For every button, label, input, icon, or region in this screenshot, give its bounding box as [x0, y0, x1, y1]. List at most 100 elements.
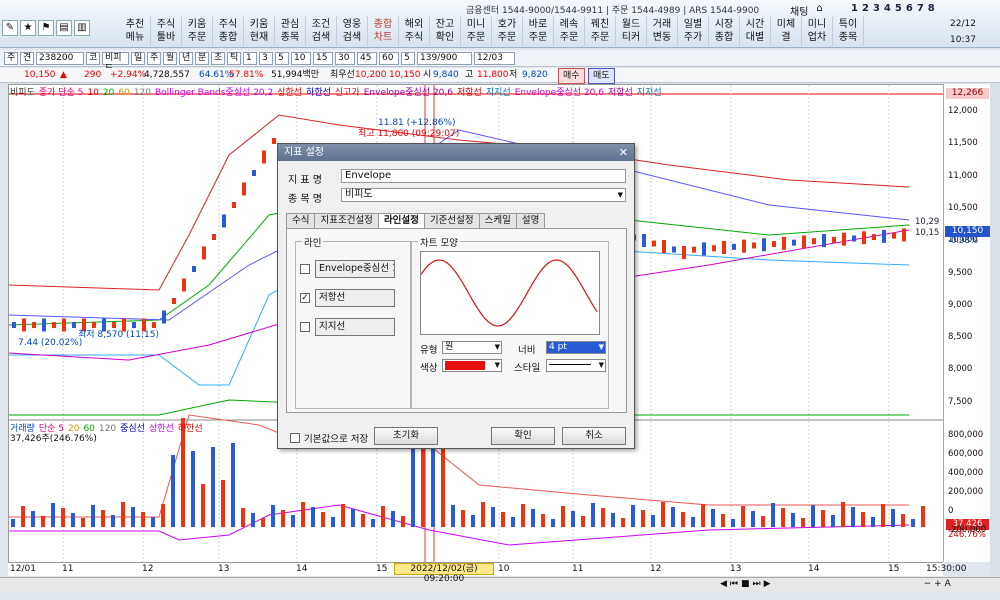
line-option-1[interactable]: ✓ 저항선 [300, 289, 395, 307]
toolbar-item-20[interactable]: 5 [401, 52, 415, 65]
toolbar-item-12[interactable]: 1 [243, 52, 257, 65]
forward-icon[interactable]: ⏭ [753, 579, 761, 589]
settings-tab-3[interactable]: 기준선설정 [423, 213, 480, 228]
menu-item-13[interactable]: 바로 주문 [523, 16, 554, 46]
legend-item[interactable]: 비피도 [10, 88, 35, 98]
line-checkbox[interactable]: ✓ [300, 293, 310, 303]
menu-item-0[interactable]: 추천 메뉴 [120, 16, 151, 46]
toolbar-item-17[interactable]: 30 [335, 52, 355, 65]
line-checkbox[interactable] [300, 322, 310, 332]
zoom-in-icon[interactable]: + [934, 579, 942, 589]
line-name[interactable]: Envelope중심선 10 [315, 260, 395, 278]
cancel-button[interactable]: 취소 [562, 427, 626, 445]
toolbar-item-3[interactable]: 코 [86, 52, 100, 65]
toolbar-item-11[interactable]: 틱 [227, 52, 241, 65]
toolbar-item-22[interactable]: 12/03 [474, 52, 515, 65]
menu-item-15[interactable]: 꿰친 주문 [585, 16, 616, 46]
screen-tab-1[interactable]: 1 [851, 3, 858, 14]
toolbar-item-15[interactable]: 10 [291, 52, 311, 65]
menu-item-10[interactable]: 잔고 확인 [430, 16, 461, 46]
toolbar-item-5[interactable]: 일 [131, 52, 145, 65]
menu-item-1[interactable]: 주식 툴바 [151, 16, 182, 46]
menu-item-5[interactable]: 관심 종목 [275, 16, 306, 46]
legend-item[interactable]: 상한선 [149, 424, 174, 434]
price-axis[interactable]: 12,266 -0.98% 37,426 246.76% 12,000 11,50… [943, 84, 990, 562]
menu-item-3[interactable]: 주식 종합 [213, 16, 244, 46]
reset-button[interactable]: 초기화 [374, 427, 438, 445]
toolbar-item-16[interactable]: 15 [313, 52, 333, 65]
folder-icon[interactable]: ▤ [56, 20, 72, 36]
legend-item[interactable]: 저항선 [608, 88, 633, 98]
screen-tab-6[interactable]: 6 [906, 3, 913, 14]
legend-item[interactable]: 지지선 [486, 88, 511, 98]
toolbar-item-21[interactable]: 139/900 [417, 52, 472, 65]
legend-item[interactable]: 하한선 [178, 424, 203, 434]
menu-item-17[interactable]: 거래 변동 [647, 16, 678, 46]
toolbar-item-7[interactable]: 월 [163, 52, 177, 65]
toolbar-item-4[interactable]: 비피도 [102, 52, 129, 74]
menu-item-8[interactable]: 종합 차트 [368, 16, 399, 46]
toolbar-item-0[interactable]: 주 [4, 52, 18, 65]
menu-item-11[interactable]: 미니 주문 [461, 16, 492, 46]
legend-item[interactable]: 10 [87, 88, 98, 98]
settings-tab-0[interactable]: 수식 [286, 213, 316, 228]
legend-item[interactable]: 하한선 [306, 88, 331, 98]
legend-item[interactable]: 저항선 [457, 88, 482, 98]
toolbar-item-6[interactable]: 주 [147, 52, 161, 65]
toolbar-item-1[interactable]: 견 [20, 52, 34, 65]
flag-icon[interactable]: ⚑ [38, 20, 54, 36]
star-icon[interactable]: ★ [20, 20, 36, 36]
legend-item[interactable]: 지지선 [637, 88, 662, 98]
settings-tab-2[interactable]: 라인설정 [377, 213, 425, 228]
screen-tab-7[interactable]: 7 [917, 3, 924, 14]
menu-item-14[interactable]: 례속 주문 [554, 16, 585, 46]
settings-tab-5[interactable]: 설명 [515, 213, 546, 228]
legend-item[interactable]: Envelope중심선 20,6 [364, 88, 453, 98]
toolbar-item-19[interactable]: 60 [379, 52, 399, 65]
folder-open-icon[interactable]: ▥ [74, 20, 90, 36]
legend-item[interactable]: 중심선 [120, 424, 145, 434]
stock-name-select[interactable]: 비피도 ▼ [341, 188, 626, 202]
screen-tab-2[interactable]: 2 [862, 3, 869, 14]
menu-item-19[interactable]: 시장 종합 [709, 16, 740, 46]
zoom-out-icon[interactable]: − [924, 579, 932, 589]
sell-button[interactable]: 매도 [588, 68, 615, 84]
menu-item-20[interactable]: 시간 대별 [740, 16, 771, 46]
menu-item-6[interactable]: 조건 검색 [306, 16, 337, 46]
legend-item[interactable]: 60 [118, 88, 129, 98]
menu-item-18[interactable]: 일별 주가 [678, 16, 709, 46]
width-select[interactable]: 4 pt ▼ [546, 341, 606, 354]
legend-item[interactable]: 종가 단순 5 [39, 88, 84, 98]
line-name[interactable]: 지지선 [315, 318, 395, 336]
menu-item-16[interactable]: 월드 티커 [616, 16, 647, 46]
toolbar-item-9[interactable]: 분 [195, 52, 209, 65]
close-icon[interactable]: ✕ [619, 144, 628, 161]
buy-button[interactable]: 매수 [558, 68, 585, 84]
menu-item-23[interactable]: 특이 종목 [833, 16, 864, 46]
color-select[interactable]: ▼ [442, 359, 502, 372]
legend-item[interactable]: 120 [99, 424, 116, 434]
settings-tab-1[interactable]: 지표조건설정 [314, 213, 379, 228]
screen-tab-4[interactable]: 4 [884, 3, 891, 14]
home-icon[interactable]: ⌂ [816, 3, 822, 18]
menu-item-21[interactable]: 미체 결 [771, 16, 802, 46]
menu-item-22[interactable]: 미니 업차 [802, 16, 833, 46]
legend-item[interactable]: Bollinger Bands중심선 20,2 [155, 88, 273, 98]
ok-button[interactable]: 확인 [491, 427, 555, 445]
line-checkbox[interactable] [300, 264, 310, 274]
menu-item-12[interactable]: 호가 주문 [492, 16, 523, 46]
toolbar-item-14[interactable]: 5 [275, 52, 289, 65]
menu-item-7[interactable]: 영웅 검색 [337, 16, 368, 46]
pencil-icon[interactable]: ✎ [2, 20, 18, 36]
settings-tab-4[interactable]: 스케일 [478, 213, 517, 228]
menu-item-4[interactable]: 키움 현재 [244, 16, 275, 46]
rewind-icon[interactable]: ⏮ [730, 579, 738, 589]
toolbar-item-8[interactable]: 년 [179, 52, 193, 65]
save-default-checkbox[interactable] [290, 433, 300, 443]
menu-item-2[interactable]: 키움 주문 [182, 16, 213, 46]
line-option-0[interactable]: Envelope중심선 10 [300, 260, 395, 278]
toolbar-item-18[interactable]: 45 [357, 52, 377, 65]
legend-item[interactable]: 상한선 [277, 88, 302, 98]
style-select[interactable]: ▼ [546, 359, 606, 372]
legend-item[interactable]: 신고가 [335, 88, 360, 98]
